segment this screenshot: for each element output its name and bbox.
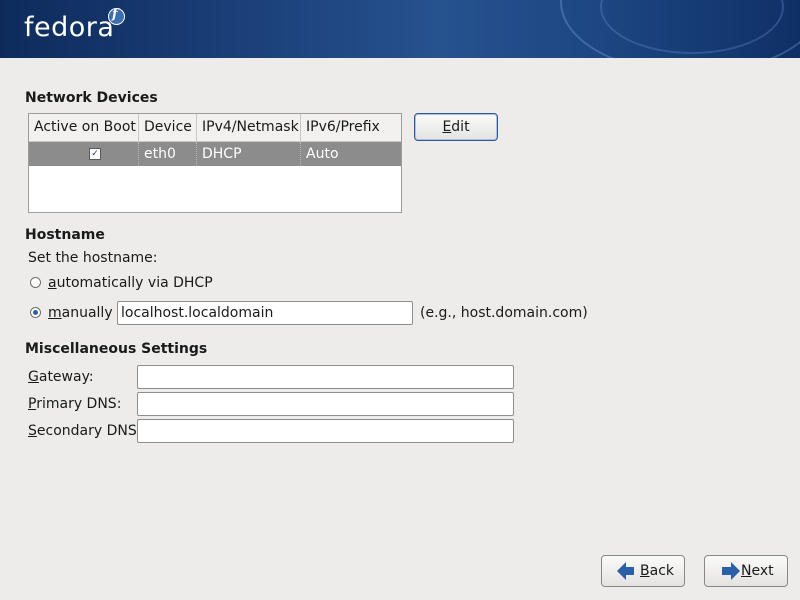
network-devices-table[interactable]: Active on Boot Device IPv4/Netmask IPv6/… xyxy=(28,113,402,213)
auto-dhcp-radio[interactable] xyxy=(30,277,41,288)
hostname-example: (e.g., host.domain.com) xyxy=(420,305,588,321)
table-header: Active on Boot Device IPv4/Netmask IPv6/… xyxy=(29,114,401,142)
secondary-dns-label: Secondary DNS: xyxy=(28,423,142,439)
column-header-ipv4-netmask[interactable]: IPv4/Netmask xyxy=(197,114,301,141)
auto-dhcp-label[interactable]: automatically via DHCP xyxy=(48,275,213,291)
next-button[interactable]: Next xyxy=(704,555,788,587)
arrow-left-icon xyxy=(617,562,634,580)
primary-dns-label: Primary DNS: xyxy=(28,396,122,412)
header-banner: fedora f xyxy=(0,0,800,58)
hostname-heading: Hostname xyxy=(25,227,105,243)
primary-dns-input[interactable] xyxy=(137,392,514,416)
edit-button[interactable]: Edit xyxy=(414,113,498,141)
secondary-dns-input[interactable] xyxy=(137,419,514,443)
gateway-label: Gateway: xyxy=(28,369,94,385)
gateway-input[interactable] xyxy=(137,365,514,389)
ipv4-cell: DHCP xyxy=(197,142,301,166)
active-on-boot-cell: ✓ xyxy=(29,142,139,166)
ipv6-cell: Auto xyxy=(306,146,339,162)
column-header-active-on-boot[interactable]: Active on Boot xyxy=(29,114,139,141)
hostname-prompt: Set the hostname: xyxy=(28,250,158,266)
column-header-device[interactable]: Device xyxy=(139,114,197,141)
active-on-boot-checkbox[interactable]: ✓ xyxy=(89,148,101,160)
device-cell: eth0 xyxy=(139,142,197,166)
manual-hostname-label[interactable]: manually xyxy=(48,305,113,321)
network-devices-heading: Network Devices xyxy=(25,90,158,106)
arrow-right-icon xyxy=(722,562,740,580)
fedora-logo-text: fedora xyxy=(24,12,115,43)
hostname-input[interactable] xyxy=(117,301,413,325)
manual-hostname-radio[interactable] xyxy=(30,307,41,318)
fedora-logo-icon: f xyxy=(108,7,125,25)
misc-settings-heading: Miscellaneous Settings xyxy=(25,341,208,357)
back-button[interactable]: Back xyxy=(601,555,685,587)
table-row[interactable]: ✓ eth0 DHCP Auto xyxy=(29,142,401,166)
column-header-ipv6-prefix[interactable]: IPv6/Prefix xyxy=(301,114,401,141)
